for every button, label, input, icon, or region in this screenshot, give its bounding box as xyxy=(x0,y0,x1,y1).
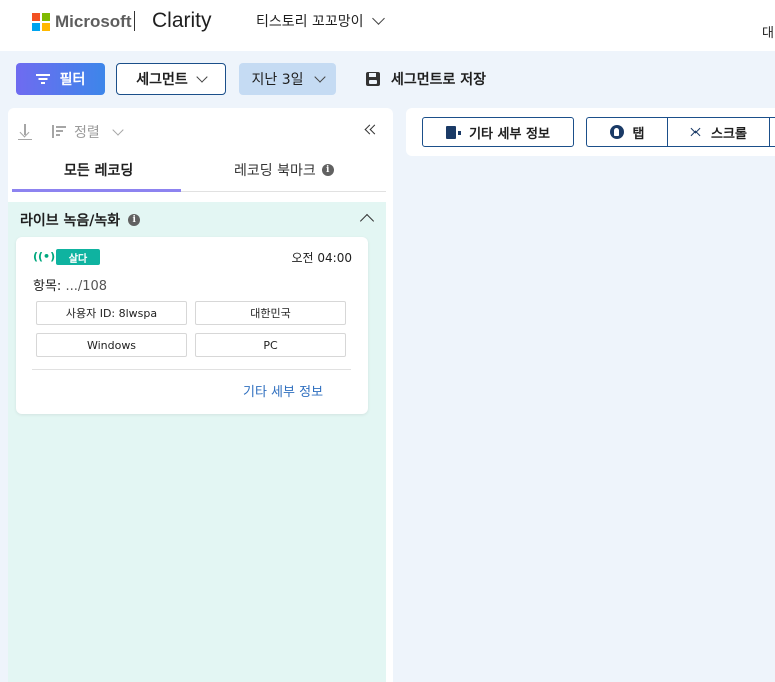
tab-label: 모든 레코딩 xyxy=(64,163,134,179)
sort-dropdown[interactable]: 정렬 xyxy=(50,122,124,142)
more-details-button[interactable]: 기타 세부 정보 xyxy=(422,117,574,147)
items-label: 항목: xyxy=(33,279,62,294)
chevron-down-icon xyxy=(371,12,385,25)
os-chip: Windows xyxy=(36,333,187,357)
player-toolbar: 기타 세부 정보 탭 스크롤 xyxy=(406,108,775,156)
tab-all-recordings[interactable]: 모든 레코딩 xyxy=(64,160,133,180)
recordings-panel: 정렬 모든 레코딩 레코딩 북마크 i 라이브 녹음/녹화 i ((•)) 살다… xyxy=(8,108,393,682)
scroll-button[interactable]: 스크롤 xyxy=(668,118,770,146)
sort-label: 정렬 xyxy=(74,125,100,141)
items-value: .../108 xyxy=(65,279,108,294)
info-icon[interactable]: i xyxy=(128,214,141,226)
chevron-down-icon xyxy=(112,123,124,136)
chevron-down-icon xyxy=(196,70,208,83)
more-details-label: 기타 세부 정보 xyxy=(469,126,550,142)
save-icon xyxy=(366,72,380,86)
microsoft-logo-icon xyxy=(32,13,50,31)
country-chip: 대한민국 xyxy=(195,301,346,325)
project-selector[interactable]: 티스토리 꼬꼬망이 xyxy=(256,11,385,31)
collapse-panel-icon[interactable] xyxy=(364,124,380,136)
segment-dropdown[interactable]: 세그먼트 xyxy=(116,63,226,95)
live-section-header: 라이브 녹음/녹화 i xyxy=(20,210,141,230)
side-panel-icon xyxy=(446,125,462,139)
save-as-segment-label: 세그먼트로 저장 xyxy=(391,72,487,88)
chevron-down-icon xyxy=(313,70,326,83)
tap-button[interactable]: 탭 xyxy=(587,118,668,146)
live-badge: 살다 xyxy=(56,249,100,265)
tab-recording-bookmarks[interactable]: 레코딩 북마크 i xyxy=(234,160,334,180)
card-divider xyxy=(32,369,351,370)
more-details-link[interactable]: 기타 세부 정보 xyxy=(243,381,323,400)
chevron-up-icon[interactable] xyxy=(359,213,375,229)
top-header: Microsoft Clarity 티스토리 꼬꼬망이 대 xyxy=(0,0,775,51)
scroll-icon xyxy=(690,123,702,141)
active-tab-indicator xyxy=(12,189,181,192)
live-broadcast-icon: ((•)) xyxy=(33,250,61,263)
project-name: 티스토리 꼬꼬망이 xyxy=(256,14,364,30)
info-icon[interactable]: i xyxy=(321,164,334,176)
tab-label: 레코딩 북마크 xyxy=(234,163,316,179)
brand-clarity[interactable]: Clarity xyxy=(152,9,212,33)
items-count: 항목: .../108 xyxy=(33,275,107,294)
filter-icon xyxy=(35,74,50,84)
brand-microsoft: Microsoft xyxy=(55,12,132,31)
brand-divider xyxy=(134,11,135,31)
recording-tabs: 모든 레코딩 레코딩 북마크 i xyxy=(12,152,386,192)
sort-icon xyxy=(50,125,66,139)
live-recording-card[interactable]: ((•)) 살다 오전 04:00 항목: .../108 사용자 ID: 8l… xyxy=(16,237,368,414)
tap-icon xyxy=(609,125,624,139)
tap-label: 탭 xyxy=(632,126,645,142)
filter-label: 필터 xyxy=(59,72,86,88)
date-range-dropdown[interactable]: 지난 3일 xyxy=(239,63,336,95)
device-chip: PC xyxy=(195,333,346,357)
download-icon[interactable] xyxy=(18,124,32,140)
recording-player-area[interactable] xyxy=(406,163,775,682)
header-nav-cut-text[interactable]: 대 xyxy=(762,22,774,41)
recording-time: 오전 04:00 xyxy=(291,251,352,265)
filter-button[interactable]: 필터 xyxy=(16,63,105,95)
segment-label: 세그먼트 xyxy=(136,72,188,88)
view-mode-group: 탭 스크롤 xyxy=(586,117,775,147)
live-recordings-section: 라이브 녹음/녹화 i ((•)) 살다 오전 04:00 항목: .../10… xyxy=(8,202,386,682)
live-section-title: 라이브 녹음/녹화 xyxy=(20,213,121,229)
recordings-tools: 정렬 xyxy=(18,122,124,142)
save-as-segment-button[interactable]: 세그먼트로 저장 xyxy=(366,69,486,89)
date-range-label: 지난 3일 xyxy=(251,72,304,88)
user-id-chip: 사용자 ID: 8lwspa xyxy=(36,301,187,325)
scroll-label: 스크롤 xyxy=(711,126,747,142)
